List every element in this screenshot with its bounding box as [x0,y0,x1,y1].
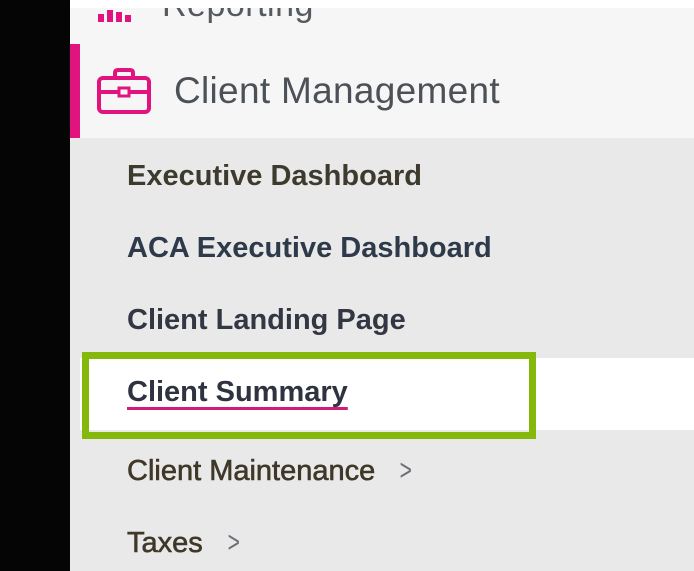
submenu-item-executive-dashboard[interactable]: Executive Dashboard [127,160,422,193]
chevron-right-icon: > [399,454,413,487]
briefcase-icon [97,68,151,114]
left-dark-strip [0,0,70,571]
active-accent-bar [70,44,80,138]
chevron-right-icon: > [227,526,240,559]
bar-chart-icon [98,10,131,22]
highlight-annotation-box [82,352,536,439]
submenu-item-taxes[interactable]: Taxes > [127,526,242,560]
top-edge [70,0,694,8]
submenu-item-client-maintenance[interactable]: Client Maintenance > [127,454,415,488]
nav-item-reporting-label: Reporting [162,8,314,25]
submenu-item-aca-executive-dashboard[interactable]: ACA Executive Dashboard [127,232,492,265]
submenu-item-client-landing-page[interactable]: Client Landing Page [127,304,406,337]
submenu-item-client-maintenance-label: Client Maintenance [127,455,376,488]
nav-item-reporting[interactable]: Reporting [70,8,694,44]
nav-item-client-management[interactable]: Client Management [70,44,694,138]
nav-item-client-management-label: Client Management [174,70,500,111]
submenu-item-taxes-label: Taxes [127,527,203,560]
